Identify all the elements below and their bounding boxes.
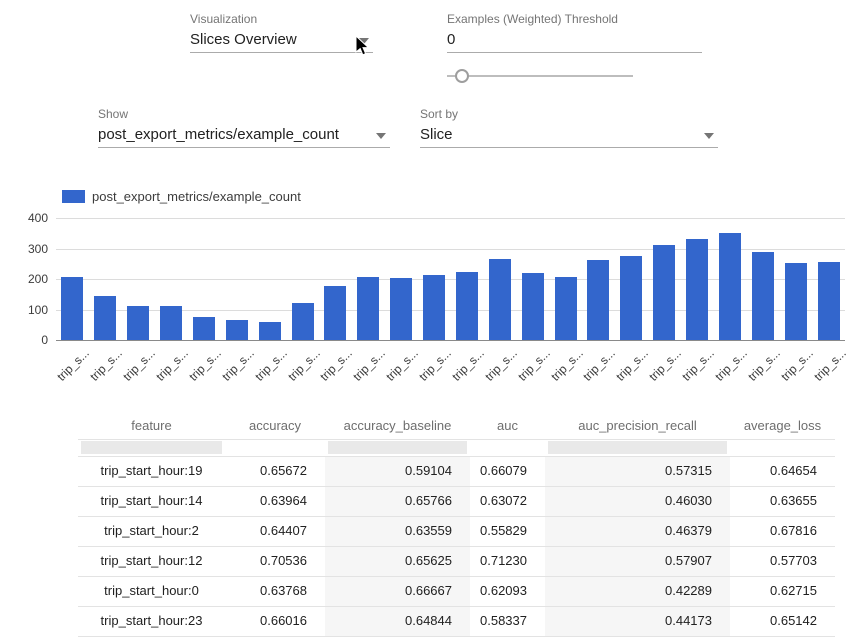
feature-cell: trip_start_hour:19 xyxy=(78,457,225,486)
bar[interactable] xyxy=(686,239,708,340)
metric-cell: 0.63768 xyxy=(225,577,325,606)
bar-chart: 0100200300400trip_s...trip_s...trip_s...… xyxy=(0,0,863,400)
feature-cell: trip_start_hour:23 xyxy=(78,607,225,636)
table-row: trip_start_hour:00.637680.666670.620930.… xyxy=(78,577,835,607)
filter-input[interactable] xyxy=(328,441,467,454)
y-axis-tick: 300 xyxy=(12,242,48,256)
filter-cell xyxy=(78,440,225,456)
filter-input[interactable] xyxy=(548,441,727,454)
bar[interactable] xyxy=(620,256,642,340)
bar[interactable] xyxy=(653,245,675,340)
bar[interactable] xyxy=(61,277,83,340)
gridline xyxy=(56,218,845,219)
bar[interactable] xyxy=(226,320,248,340)
metric-cell: 0.46030 xyxy=(545,487,730,516)
table-row: trip_start_hour:140.639640.657660.630720… xyxy=(78,487,835,517)
metric-cell: 0.57315 xyxy=(545,457,730,486)
bar[interactable] xyxy=(719,233,741,340)
bar[interactable] xyxy=(292,303,314,340)
column-header[interactable]: feature xyxy=(78,412,225,439)
metric-cell: 0.66016 xyxy=(225,607,325,636)
metric-cell: 0.57907 xyxy=(545,547,730,576)
y-axis-tick: 0 xyxy=(12,333,48,347)
metric-cell: 0.57703 xyxy=(730,547,835,576)
bar[interactable] xyxy=(456,272,478,340)
bar[interactable] xyxy=(160,306,182,340)
metric-cell: 0.64654 xyxy=(730,457,835,486)
metric-cell: 0.63559 xyxy=(325,517,470,546)
metric-cell: 0.63655 xyxy=(730,487,835,516)
metric-cell: 0.42289 xyxy=(545,577,730,606)
bar[interactable] xyxy=(324,286,346,340)
table-header-row: featureaccuracyaccuracy_baselineaucauc_p… xyxy=(78,412,835,440)
bar[interactable] xyxy=(785,263,807,340)
metric-cell: 0.67816 xyxy=(730,517,835,546)
column-header[interactable]: auc xyxy=(470,412,545,439)
metric-cell: 0.55829 xyxy=(470,517,545,546)
metric-cell: 0.65625 xyxy=(325,547,470,576)
metric-cell: 0.65766 xyxy=(325,487,470,516)
bar[interactable] xyxy=(818,262,840,340)
table-row: trip_start_hour:190.656720.591040.660790… xyxy=(78,457,835,487)
table-row: trip_start_hour:120.705360.656250.712300… xyxy=(78,547,835,577)
bar[interactable] xyxy=(127,306,149,340)
metric-cell: 0.70536 xyxy=(225,547,325,576)
table-row: trip_start_hour:20.644070.635590.558290.… xyxy=(78,517,835,547)
metric-cell: 0.62093 xyxy=(470,577,545,606)
metric-cell: 0.65142 xyxy=(730,607,835,636)
table-row: trip_start_hour:230.660160.648440.583370… xyxy=(78,607,835,637)
y-axis-tick: 400 xyxy=(12,211,48,225)
metrics-table: featureaccuracyaccuracy_baselineaucauc_p… xyxy=(78,412,835,637)
bar[interactable] xyxy=(522,273,544,340)
filter-cell xyxy=(325,440,470,456)
bar[interactable] xyxy=(193,317,215,340)
filter-cell xyxy=(225,440,325,456)
metric-cell: 0.71230 xyxy=(470,547,545,576)
bar[interactable] xyxy=(555,277,577,340)
bar[interactable] xyxy=(94,296,116,340)
bar[interactable] xyxy=(357,277,379,340)
bar[interactable] xyxy=(390,278,412,340)
metric-cell: 0.46379 xyxy=(545,517,730,546)
feature-cell: trip_start_hour:0 xyxy=(78,577,225,606)
filter-input xyxy=(473,441,542,454)
metric-cell: 0.63964 xyxy=(225,487,325,516)
column-header[interactable]: average_loss xyxy=(730,412,835,439)
filter-cell xyxy=(730,440,835,456)
bar[interactable] xyxy=(587,260,609,340)
metric-cell: 0.44173 xyxy=(545,607,730,636)
bar[interactable] xyxy=(259,322,281,340)
column-header[interactable]: accuracy_baseline xyxy=(325,412,470,439)
y-axis-tick: 200 xyxy=(12,272,48,286)
feature-cell: trip_start_hour:14 xyxy=(78,487,225,516)
metric-cell: 0.64844 xyxy=(325,607,470,636)
metric-cell: 0.66079 xyxy=(470,457,545,486)
metric-cell: 0.64407 xyxy=(225,517,325,546)
feature-cell: trip_start_hour:12 xyxy=(78,547,225,576)
column-header[interactable]: accuracy xyxy=(225,412,325,439)
metric-cell: 0.59104 xyxy=(325,457,470,486)
filter-input xyxy=(733,441,832,454)
metric-cell: 0.66667 xyxy=(325,577,470,606)
y-axis-tick: 100 xyxy=(12,303,48,317)
filter-input[interactable] xyxy=(81,441,222,454)
bar[interactable] xyxy=(489,259,511,340)
metric-cell: 0.62715 xyxy=(730,577,835,606)
table-filter-row xyxy=(78,440,835,457)
feature-cell: trip_start_hour:2 xyxy=(78,517,225,546)
metric-cell: 0.65672 xyxy=(225,457,325,486)
filter-cell xyxy=(545,440,730,456)
metric-cell: 0.63072 xyxy=(470,487,545,516)
filter-cell xyxy=(470,440,545,456)
filter-input xyxy=(228,441,322,454)
metric-cell: 0.58337 xyxy=(470,607,545,636)
chart-plot xyxy=(56,218,845,341)
column-header[interactable]: auc_precision_recall xyxy=(545,412,730,439)
bar[interactable] xyxy=(752,252,774,340)
bar[interactable] xyxy=(423,275,445,340)
